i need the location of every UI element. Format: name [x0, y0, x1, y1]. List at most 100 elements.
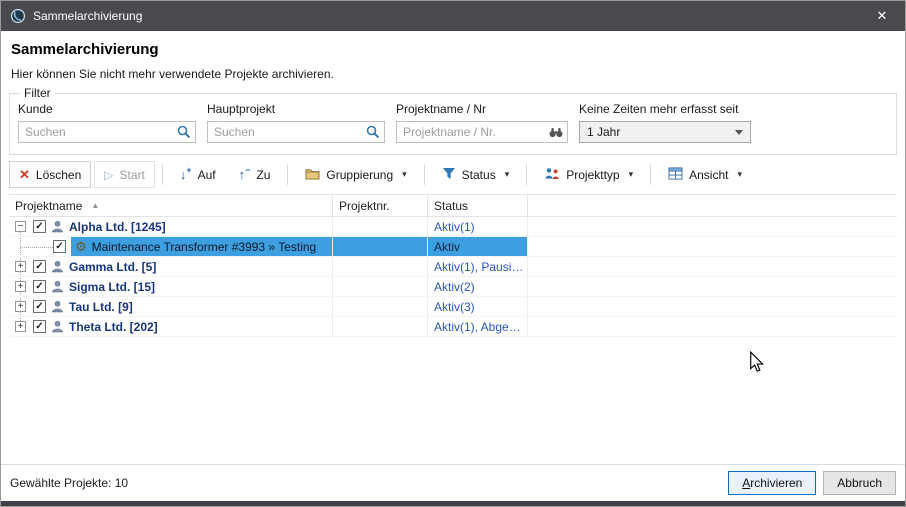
toolbar: ✕ Löschen ▷ Start ↓+ Auf ↑− Zu Gruppieru… — [1, 155, 905, 193]
row-checkbox[interactable]: ✓ — [33, 280, 46, 293]
archive-button[interactable]: Archivieren — [728, 471, 816, 495]
folder-icon — [305, 167, 320, 183]
status-filter-label: Status — [462, 168, 496, 182]
projektname-input[interactable] — [396, 121, 568, 143]
table-row[interactable]: + ✓ Sigma Ltd. [15] Aktiv(2) — [9, 277, 897, 297]
close-button[interactable]: ✕ — [859, 1, 905, 31]
filter-groupbox: Filter Kunde Hauptprojekt — [9, 86, 897, 155]
selection-highlight: ⚙ Maintenance Transformer #3993 » Testin… — [71, 237, 332, 256]
zeitraum-label: Keine Zeiten mehr erfasst seit — [579, 102, 751, 116]
projektname-label: Projektname / Nr — [396, 102, 568, 116]
column-header-status[interactable]: Status — [428, 195, 528, 216]
selected-projects-count: Gewählte Projekte: 10 — [10, 476, 128, 490]
toolbar-separator — [162, 164, 163, 185]
toolbar-separator — [287, 164, 288, 185]
table-view-icon — [668, 167, 683, 183]
title-bar: Sammelarchivierung ✕ — [1, 1, 905, 31]
expand-all-icon: ↓+ — [180, 168, 192, 181]
row-checkbox[interactable]: ✓ — [53, 240, 66, 253]
tree-indent — [9, 237, 53, 256]
customer-group-name: Alpha Ltd. [1245] — [69, 220, 166, 234]
expand-all-label: Auf — [198, 168, 216, 182]
kunde-search-input[interactable] — [18, 121, 196, 143]
tree-expand-toggle[interactable]: + — [15, 261, 26, 272]
row-checkbox[interactable]: ✓ — [33, 260, 46, 273]
delete-label: Löschen — [36, 168, 81, 182]
filter-kunde-group: Kunde — [18, 102, 196, 143]
row-checkbox[interactable]: ✓ — [33, 320, 46, 333]
table-row[interactable]: − ✓ Alpha Ltd. [1245] Aktiv(1) — [9, 217, 897, 237]
check-icon: ✓ — [35, 282, 43, 292]
footer-bar: Gewählte Projekte: 10 Archivieren Abbruc… — [1, 464, 905, 501]
filter-hauptprojekt-group: Hauptprojekt — [207, 102, 385, 143]
tree-expand-toggle[interactable]: + — [15, 281, 26, 292]
search-icon[interactable] — [365, 124, 381, 140]
row-checkbox[interactable]: ✓ — [33, 220, 46, 233]
start-label: Start — [120, 168, 145, 182]
status-cell: Aktiv(1) — [428, 217, 528, 236]
customer-icon — [51, 300, 64, 313]
table-row[interactable]: + ✓ Theta Ltd. [202] Aktiv(1), Abge… — [9, 317, 897, 337]
table-row[interactable]: + ✓ Tau Ltd. [9] Aktiv(3) — [9, 297, 897, 317]
grouping-dropdown-button[interactable]: Gruppierung ▾ — [295, 161, 416, 188]
status-cell: Aktiv(1), Pausi… — [428, 257, 528, 276]
projektnr-cell — [333, 217, 428, 236]
hauptprojekt-label: Hauptprojekt — [207, 102, 385, 116]
projecttype-label: Projekttyp — [566, 168, 619, 182]
cancel-button[interactable]: Abbruch — [823, 471, 896, 495]
delete-button[interactable]: ✕ Löschen — [9, 161, 91, 188]
delete-x-icon: ✕ — [19, 168, 30, 181]
tree-expand-toggle[interactable]: + — [15, 301, 26, 312]
customer-group-name: Gamma Ltd. [5] — [69, 260, 156, 274]
check-icon: ✓ — [35, 222, 43, 232]
projektnr-cell — [333, 297, 428, 316]
page-subtitle: Hier können Sie nicht mehr verwendete Pr… — [11, 67, 895, 81]
view-dropdown-button[interactable]: Ansicht ▾ — [658, 161, 752, 188]
window-title: Sammelarchivierung — [33, 9, 142, 23]
binoculars-icon — [548, 124, 564, 140]
customer-group-name: Tau Ltd. [9] — [69, 300, 133, 314]
view-label: Ansicht — [689, 168, 728, 182]
project-tree-table: Projektname ▲ Projektnr. Status − ✓ Alph… — [9, 194, 897, 464]
dialog-sammelarchivierung: Sammelarchivierung ✕ Sammelarchivierung … — [0, 0, 906, 507]
chevron-down-icon: ▾ — [402, 169, 407, 180]
table-row[interactable]: + ✓ Gamma Ltd. [5] Aktiv(1), Pausi… — [9, 257, 897, 277]
page-header: Sammelarchivierung Hier können Sie nicht… — [1, 31, 905, 83]
search-icon[interactable] — [176, 124, 192, 140]
status-filter-dropdown-button[interactable]: Status ▾ — [432, 161, 520, 188]
status-cell: Aktiv(3) — [428, 297, 528, 316]
row-checkbox[interactable]: ✓ — [33, 300, 46, 313]
start-button[interactable]: ▷ Start — [94, 161, 155, 188]
filter-legend: Filter — [20, 86, 55, 100]
column-header-empty — [528, 195, 897, 216]
collapse-all-icon: ↑− — [239, 168, 251, 181]
filter-zeitraum-group: Keine Zeiten mehr erfasst seit 1 Jahr — [579, 102, 751, 143]
tree-collapse-toggle[interactable]: − — [15, 221, 26, 232]
status-cell: Aktiv(1), Abge… — [428, 317, 528, 336]
chevron-down-icon: ▾ — [505, 169, 510, 180]
expand-all-button[interactable]: ↓+ Auf — [170, 161, 226, 188]
chevron-down-icon: ▾ — [629, 169, 634, 180]
check-icon: ✓ — [55, 242, 63, 252]
collapse-all-button[interactable]: ↑− Zu — [229, 161, 281, 188]
project-name: Maintenance Transformer #3993 » Testing — [92, 240, 317, 254]
play-icon: ▷ — [104, 169, 113, 181]
status-cell: Aktiv(2) — [428, 277, 528, 296]
check-icon: ✓ — [35, 262, 43, 272]
column-header-projektname[interactable]: Projektname ▲ — [9, 195, 333, 216]
customer-group-name: Sigma Ltd. [15] — [69, 280, 155, 294]
tree-expand-toggle[interactable]: + — [15, 321, 26, 332]
table-header-row: Projektname ▲ Projektnr. Status — [9, 195, 897, 217]
table-row-selected[interactable]: ✓ ⚙ Maintenance Transformer #3993 » Test… — [9, 237, 897, 257]
projektnr-cell — [333, 317, 428, 336]
chevron-down-icon: ▾ — [737, 169, 742, 180]
funnel-icon — [442, 167, 456, 183]
column-header-projektnr[interactable]: Projektnr. — [333, 195, 428, 216]
zeitraum-value: 1 Jahr — [587, 125, 620, 139]
zeitraum-dropdown[interactable]: 1 Jahr — [579, 121, 751, 143]
hauptprojekt-search-input[interactable] — [207, 121, 385, 143]
kunde-label: Kunde — [18, 102, 196, 116]
project-gear-icon: ⚙ — [75, 240, 87, 253]
projecttype-dropdown-button[interactable]: Projekttyp ▾ — [534, 161, 643, 188]
check-icon: ✓ — [35, 322, 43, 332]
